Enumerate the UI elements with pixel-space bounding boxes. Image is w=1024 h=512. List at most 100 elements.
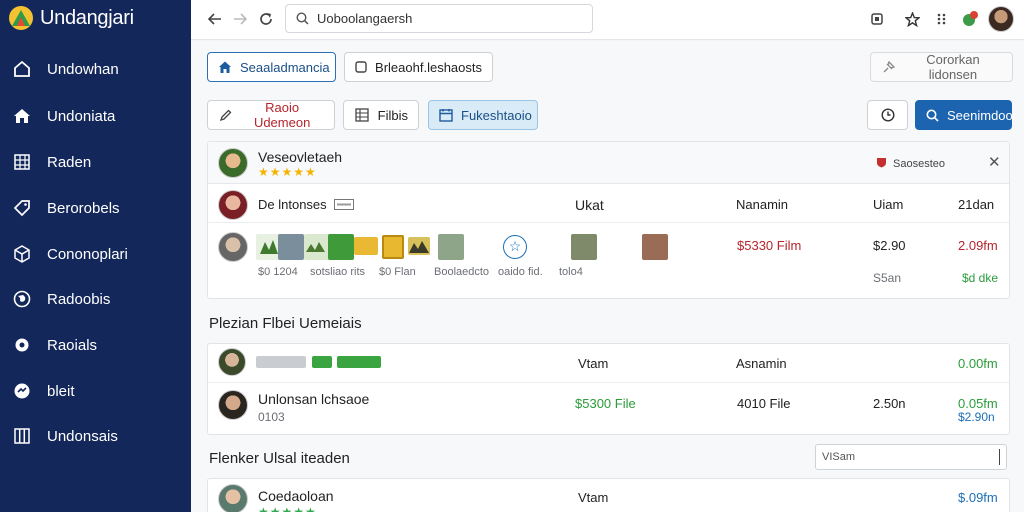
action-tinted-label: Fukeshtaoio: [461, 107, 532, 123]
sidebar-item-label: Raden: [47, 153, 92, 171]
sidebar: Undangjari Undowhan Undoniata Raden Bero…: [0, 0, 191, 512]
avatar[interactable]: [218, 390, 248, 420]
table-icon: [354, 107, 370, 123]
col-header-3: Asnamin: [736, 356, 787, 371]
search-icon: [926, 107, 939, 123]
row-label: De lntonses: [258, 197, 355, 212]
col-header-3: Nanamin: [736, 197, 789, 212]
product-thumbnail[interactable]: [278, 234, 304, 260]
back-icon[interactable]: [204, 8, 226, 30]
browser-toolbar: Uoboolangaersh: [191, 0, 1024, 40]
accessibility-icon[interactable]: ☆: [503, 235, 527, 259]
search-icon: [296, 12, 309, 25]
rating-stars: ★★★★★: [258, 505, 317, 512]
card-title: Veseovletaeh: [258, 149, 343, 165]
col-value-4: $2.90: [873, 238, 906, 253]
avatar[interactable]: [218, 348, 246, 376]
search-button[interactable]: Seenimdoor: [915, 100, 1017, 130]
status-badge: Saosesteo: [876, 157, 945, 170]
badge-group: [256, 356, 382, 371]
sidebar-item-label: bleit: [47, 382, 75, 400]
item-sub: 0103: [258, 410, 285, 424]
thumb-caption: sotsliao rits: [310, 266, 366, 278]
result-card-2: Vtam Asnamin 0.00fm Unlonsan lchsaoe 010…: [207, 343, 1010, 435]
avatar[interactable]: [218, 190, 248, 220]
product-thumbnail[interactable]: [304, 234, 330, 260]
sidebar-item-9[interactable]: Undonsais: [0, 416, 191, 456]
product-thumbnail[interactable]: [328, 234, 354, 260]
badge: [337, 356, 382, 368]
sidebar-item-2[interactable]: Undoniata: [0, 96, 191, 136]
brand[interactable]: Undangjari: [0, 0, 191, 36]
screenshot-icon[interactable]: [866, 8, 888, 30]
filter-button[interactable]: Filbis: [343, 100, 419, 130]
avatar[interactable]: [218, 484, 248, 512]
app-name: Undangjari: [40, 6, 134, 29]
tab-primary-label: Seaaladmancia: [240, 59, 330, 75]
avatar[interactable]: [218, 148, 248, 178]
edit-button[interactable]: Raoio Udemeon: [207, 100, 335, 130]
avatar[interactable]: [218, 232, 248, 262]
tab-secondary[interactable]: Brleaohf.leshaosts: [344, 52, 493, 82]
col-header-2: Ukat: [575, 197, 604, 213]
rating-stars: ★★★★★: [258, 165, 317, 179]
more-icon[interactable]: [931, 8, 953, 30]
star-icon[interactable]: [901, 8, 923, 30]
price: $5330 Film: [737, 238, 802, 253]
sidebar-item-8[interactable]: bleit: [0, 371, 191, 411]
address-bar[interactable]: Uoboolangaersh: [285, 4, 593, 33]
tag-icon: [334, 199, 355, 210]
calendar-icon: [439, 107, 453, 123]
home-icon: [12, 106, 32, 126]
product-thumbnail[interactable]: [354, 237, 378, 255]
forward-icon[interactable]: [229, 8, 251, 30]
row-divider: [208, 382, 1009, 383]
sidebar-item-4[interactable]: Berorobels: [0, 188, 191, 228]
section-title: Flenker Ulsal iteaden: [209, 450, 350, 467]
filter-input-value: VISam: [822, 451, 856, 463]
item-name: Unlonsan lchsaoe: [258, 391, 370, 407]
address-text: Uoboolangaersh: [317, 11, 413, 26]
sidebar-item-label: Radoobis: [47, 290, 111, 308]
sidebar-item-label: Cononoplari: [47, 245, 128, 263]
sidebar-item-1[interactable]: Undowhan: [0, 49, 191, 89]
pin-icon: [881, 59, 896, 75]
filter-input[interactable]: VISam: [815, 444, 1007, 470]
close-icon[interactable]: ✕: [988, 153, 1001, 171]
status-text: Saosesteo: [893, 158, 945, 170]
product-thumbnail[interactable]: [408, 237, 430, 255]
tab-primary[interactable]: Seaaladmancia: [207, 52, 336, 82]
reload-icon[interactable]: [255, 8, 277, 30]
columns-icon: [12, 426, 32, 446]
col-value-5: 2.09fm: [958, 238, 998, 253]
badge: [256, 356, 306, 368]
col-header-4: Uiam: [873, 197, 904, 212]
search-ghost-button[interactable]: Cororkan lidonsen: [870, 52, 1013, 82]
col-sub-4: S5an: [873, 271, 902, 285]
result-card-3: Coedaoloan ★★★★★ Vtam $.09fm: [207, 478, 1010, 512]
product-thumbnail[interactable]: [571, 234, 597, 260]
sidebar-item-7[interactable]: Raoials: [0, 325, 191, 365]
badge: [311, 356, 332, 368]
product-thumbnail[interactable]: [438, 234, 464, 260]
grid-icon: [12, 152, 32, 172]
product-thumbnail[interactable]: [382, 235, 404, 259]
col-header-2: Vtam: [578, 356, 609, 371]
result-card-1: Veseovletaeh ★★★★★ Saosesteo ✕ De lntons…: [207, 141, 1010, 299]
sidebar-item-label: Raoials: [47, 336, 98, 354]
col-value-3: 4010 File: [737, 396, 791, 411]
sidebar-item-5[interactable]: Cononoplari: [0, 234, 191, 274]
product-thumbnail[interactable]: [642, 234, 668, 260]
search-button-label: Seenimdoor: [947, 107, 1018, 123]
col-value-5: 0.00fm: [958, 356, 998, 371]
item-name: Coedaoloan: [258, 488, 334, 504]
sidebar-item-3[interactable]: Raden: [0, 142, 191, 182]
price: $5300 File: [575, 396, 636, 411]
sidebar-item-6[interactable]: Radoobis: [0, 279, 191, 319]
clock-button[interactable]: [867, 100, 908, 130]
sidebar-item-label: Undoniata: [47, 107, 116, 125]
profile-avatar[interactable]: [988, 6, 1014, 32]
action-tinted-button[interactable]: Fukeshtaoio: [428, 100, 538, 130]
extension-icon[interactable]: [959, 8, 981, 30]
home-icon: [218, 59, 232, 75]
